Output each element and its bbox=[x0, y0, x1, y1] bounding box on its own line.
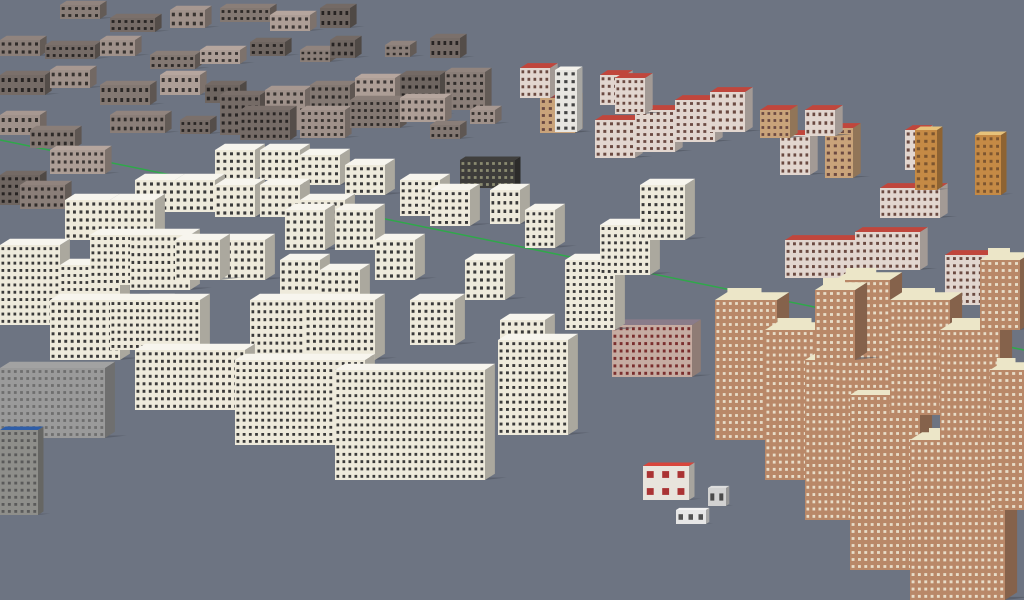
terrace-row bbox=[855, 227, 937, 270]
white-residential-building bbox=[498, 333, 590, 435]
white-residential-building bbox=[305, 293, 397, 360]
far-building bbox=[110, 110, 180, 133]
brick-tower bbox=[980, 248, 1024, 330]
far-building bbox=[400, 93, 460, 122]
kiosk bbox=[643, 462, 702, 500]
white-residential-building bbox=[335, 363, 507, 480]
far-building bbox=[50, 145, 120, 174]
dark-block bbox=[460, 156, 528, 188]
brick-tower bbox=[990, 358, 1024, 510]
white-residential-building bbox=[140, 293, 222, 350]
far-building bbox=[100, 80, 165, 105]
far-building bbox=[240, 105, 305, 140]
far-building bbox=[445, 67, 500, 110]
small-truck bbox=[676, 507, 714, 524]
blue-roof-block bbox=[0, 426, 51, 515]
city-3d-viewport[interactable] bbox=[0, 0, 1024, 600]
